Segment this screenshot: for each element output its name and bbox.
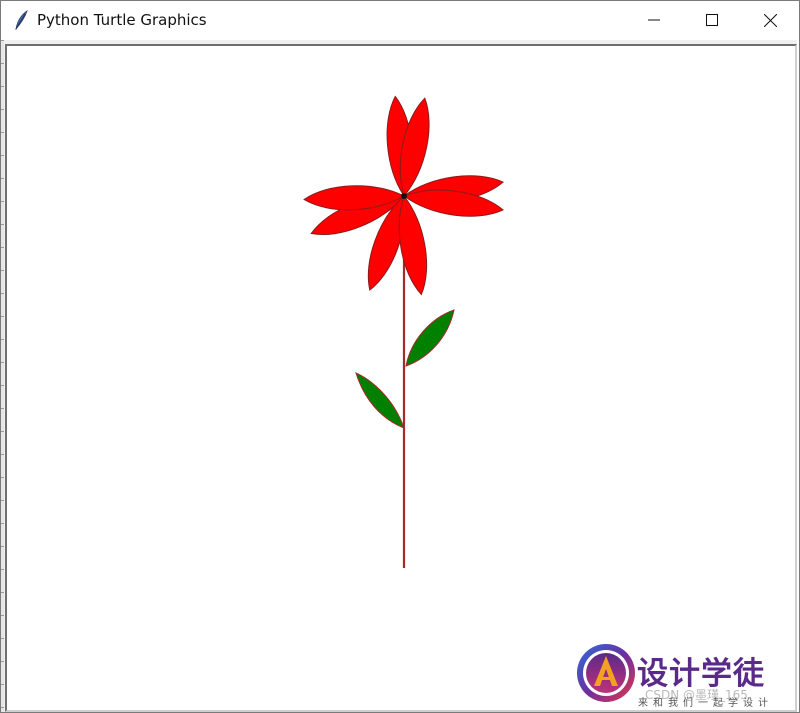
minimize-button[interactable] xyxy=(625,1,683,39)
drawing-surface xyxy=(303,95,504,568)
window-controls xyxy=(625,1,799,39)
flower-drawing xyxy=(303,95,504,568)
feather-icon xyxy=(13,10,33,30)
flower-center xyxy=(401,193,407,199)
leaf-right xyxy=(405,309,455,367)
brand-logo-icon xyxy=(577,644,635,702)
watermark: 设计学徒 CSDN @墨瑾_165 来和我们一起学设计 xyxy=(575,642,785,709)
window-title: Python Turtle Graphics xyxy=(37,11,207,29)
close-button[interactable] xyxy=(741,1,799,39)
minimize-icon xyxy=(648,19,660,21)
close-icon xyxy=(763,13,777,27)
maximize-button[interactable] xyxy=(683,1,741,39)
turtle-window: Python Turtle Graphics 设计学徒 CSDN @墨瑾_165… xyxy=(0,0,800,713)
scrollbar-edge xyxy=(1,40,4,712)
maximize-icon xyxy=(706,14,718,26)
leaf-left xyxy=(355,372,405,429)
watermark-slogan: 来和我们一起学设计 xyxy=(638,698,773,709)
title-bar[interactable]: Python Turtle Graphics xyxy=(1,1,799,39)
turtle-canvas[interactable] xyxy=(5,44,797,712)
